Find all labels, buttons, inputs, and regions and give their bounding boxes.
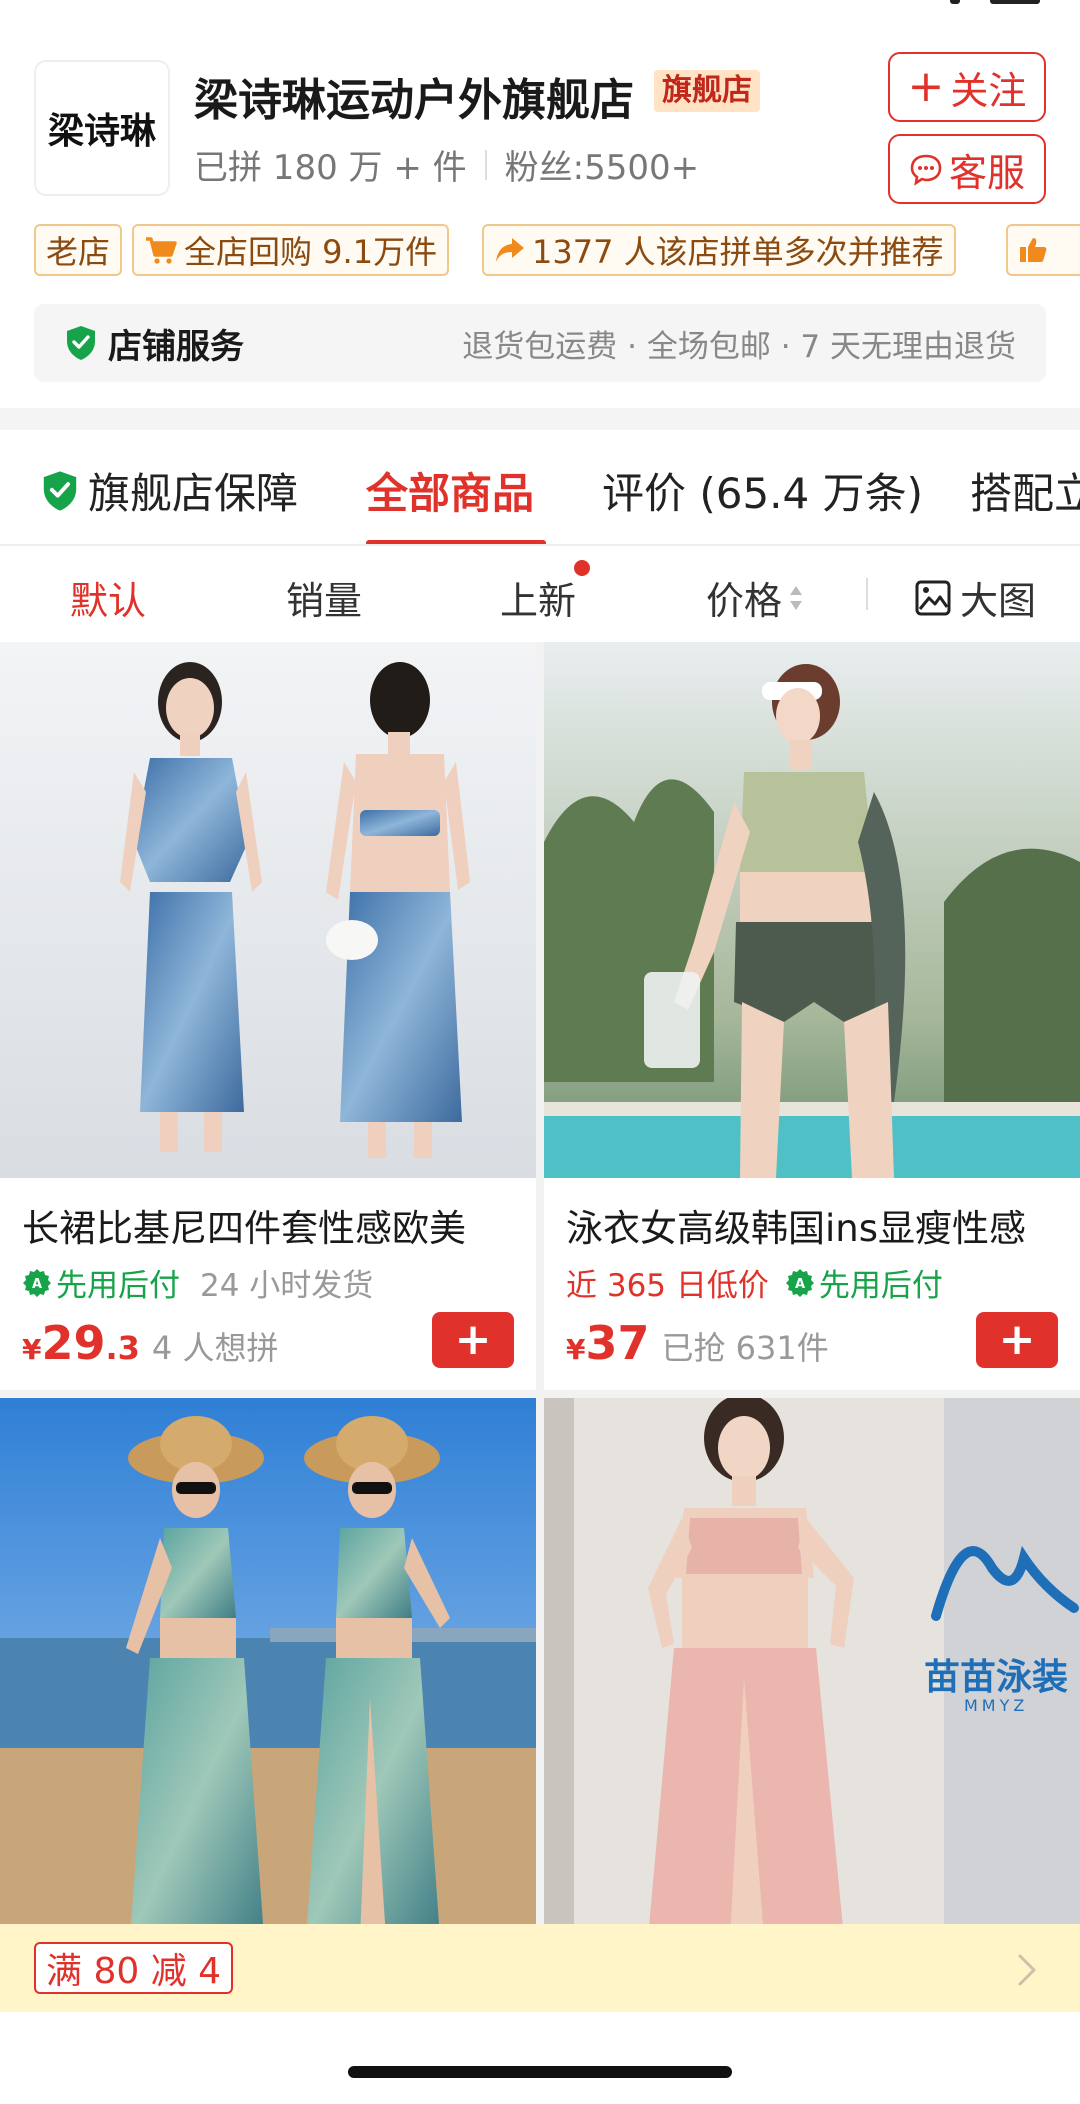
big-image-toggle[interactable]: 大图 (914, 570, 1036, 625)
sort-arrows-icon (788, 583, 804, 613)
add-to-cart-button[interactable]: + (432, 1312, 514, 1368)
price-integer: 37 (585, 1316, 650, 1370)
sold-count: 4 人想拼 (151, 1329, 279, 1367)
brand-watermark: 苗苗泳装 (924, 1656, 1069, 1698)
pay-later-label: 先用后付 (818, 1268, 943, 1304)
plus-icon: + (907, 61, 945, 112)
tab-guarantee-label: 旗舰店保障 (88, 469, 299, 518)
store-tags-row[interactable]: 老店 全店回购 9.1万件 1377 人该店拼单多次并推荐 (0, 224, 1080, 276)
sort-divider (866, 578, 868, 610)
store-fans-count: 粉丝:5500+ (504, 148, 700, 188)
shield-check-icon (67, 326, 95, 360)
tag-recommend-label: 1377 人该店拼单多次并推荐 (532, 233, 944, 271)
tag-repurchase-label: 全店回购 9.1万件 (184, 233, 438, 271)
stat-divider (484, 149, 487, 180)
product-image[interactable] (544, 642, 1080, 1178)
store-sold-count: 已拼 180 万 + 件 (194, 148, 467, 188)
section-divider (0, 408, 1080, 430)
product-card[interactable]: 苗苗泳装 MMYZ (544, 1398, 1080, 1938)
product-card[interactable]: 长裙比基尼四件套性感欧美 A 先用后付 24 小时发货 ¥ 29 .3 4 人想… (0, 642, 536, 1390)
tag-old-store-label: 老店 (46, 233, 111, 271)
store-service-bar[interactable]: 店铺服务 退货包运费 · 全场包邮 · 7 天无理由退货 (34, 304, 1046, 382)
product-name[interactable]: 泳衣女高级韩国ins显瘦性感 (566, 1198, 1026, 1252)
sort-price[interactable]: 价格 (706, 570, 804, 625)
chevron-right-icon (1018, 1954, 1036, 1986)
tab-all-products[interactable]: 全部商品 (366, 460, 534, 521)
customer-service-button[interactable]: 客服 (888, 134, 1046, 204)
tab-guarantee[interactable]: 旗舰店保障 (40, 460, 298, 521)
store-name[interactable]: 梁诗琳运动户外旗舰店 (194, 64, 634, 128)
product-card[interactable]: 泳衣女高级韩国ins显瘦性感 近 365 日低价 A 先用后付 ¥ 37 已抢 … (544, 642, 1080, 1390)
image-icon (915, 580, 951, 615)
chat-bubble-icon (910, 154, 942, 186)
follow-button[interactable]: + 关注 (888, 52, 1046, 122)
product-image[interactable] (0, 642, 536, 1178)
service-title: 店铺服务 (108, 326, 244, 367)
svg-text:A: A (795, 1277, 805, 1292)
share-arrow-icon (494, 235, 526, 265)
product-badges: A 先用后付 24 小时发货 (22, 1260, 373, 1305)
sort-new-label: 上新 (500, 579, 577, 623)
promo-discount-tag: 满 80 减 4 (34, 1942, 234, 1994)
service-label: 客服 (948, 150, 1025, 195)
product-grid: 长裙比基尼四件套性感欧美 A 先用后付 24 小时发货 ¥ 29 .3 4 人想… (0, 642, 1080, 2012)
store-tabs: 旗舰店保障 全部商品 评价 (65.4 万条) 搭配立 (0, 430, 1080, 546)
promo-bar[interactable]: 满 80 减 4 (0, 1924, 1080, 2012)
shield-check-icon (43, 470, 77, 511)
pay-later-label: 先用后付 (56, 1268, 180, 1304)
store-header: 梁诗琳 梁诗琳运动户外旗舰店 旗舰店 已拼 180 万 + 件 粉丝:5500+… (0, 0, 1080, 430)
service-items: 退货包运费 · 全场包邮 · 7 天无理由退货 (462, 328, 1016, 365)
tag-liked (1006, 224, 1080, 276)
store-stats: 已拼 180 万 + 件 粉丝:5500+ (194, 140, 699, 189)
flagship-badge: 旗舰店 (654, 70, 760, 112)
product-badges: 近 365 日低价 A 先用后付 (566, 1260, 943, 1305)
svg-text:A: A (32, 1277, 42, 1292)
product-image[interactable] (0, 1398, 536, 1938)
sort-default[interactable]: 默认 (70, 570, 146, 625)
sold-count: 已抢 631件 (661, 1329, 829, 1367)
pay-later-icon: A (23, 1268, 51, 1297)
status-bar-remnant (950, 0, 1040, 6)
sort-price-label: 价格 (706, 579, 783, 623)
sort-new[interactable]: 上新 (500, 570, 576, 625)
sort-sales[interactable]: 销量 (286, 570, 362, 625)
shipping-note: 24 小时发货 (200, 1268, 374, 1304)
pay-later-badge: A 先用后付 (22, 1260, 180, 1305)
tab-reviews[interactable]: 评价 (65.4 万条) (602, 460, 923, 521)
follow-label: 关注 (950, 68, 1027, 113)
tab-outfits[interactable]: 搭配立 (970, 460, 1080, 521)
product-name[interactable]: 长裙比基尼四件套性感欧美 (22, 1198, 466, 1252)
tab-reviews-label: 评价 (65.4 万条) (602, 469, 923, 518)
add-to-cart-button[interactable]: + (976, 1312, 1058, 1368)
tab-outfits-label: 搭配立 (970, 469, 1080, 518)
product-card[interactable] (0, 1398, 536, 1938)
home-indicator[interactable] (348, 2066, 732, 2078)
thumbs-up-icon (1018, 235, 1048, 265)
new-indicator-dot (574, 560, 590, 576)
sort-bar: 默认 销量 上新 价格 大图 (0, 546, 1080, 642)
big-image-label: 大图 (960, 579, 1037, 623)
price-currency: ¥ (566, 1333, 586, 1366)
pay-later-badge: A 先用后付 (785, 1260, 943, 1305)
price-decimal: .3 (105, 1329, 140, 1367)
price-currency: ¥ (22, 1333, 42, 1366)
cart-icon (144, 235, 178, 265)
brand-watermark-sub: MMYZ (964, 1696, 1029, 1715)
tag-recommend: 1377 人该店拼单多次并推荐 (482, 224, 956, 276)
pay-later-icon: A (785, 1268, 814, 1297)
tag-old-store: 老店 (34, 224, 123, 276)
price-row: ¥ 29 .3 4 人想拼 (22, 1316, 278, 1370)
tab-all-products-label: 全部商品 (366, 469, 535, 518)
store-logo[interactable]: 梁诗琳 (34, 60, 170, 196)
low-price-badge: 近 365 日低价 (566, 1268, 769, 1304)
tag-repurchase: 全店回购 9.1万件 (132, 224, 450, 276)
price-integer: 29 (41, 1316, 106, 1370)
price-row: ¥ 37 已抢 631件 (566, 1316, 829, 1370)
